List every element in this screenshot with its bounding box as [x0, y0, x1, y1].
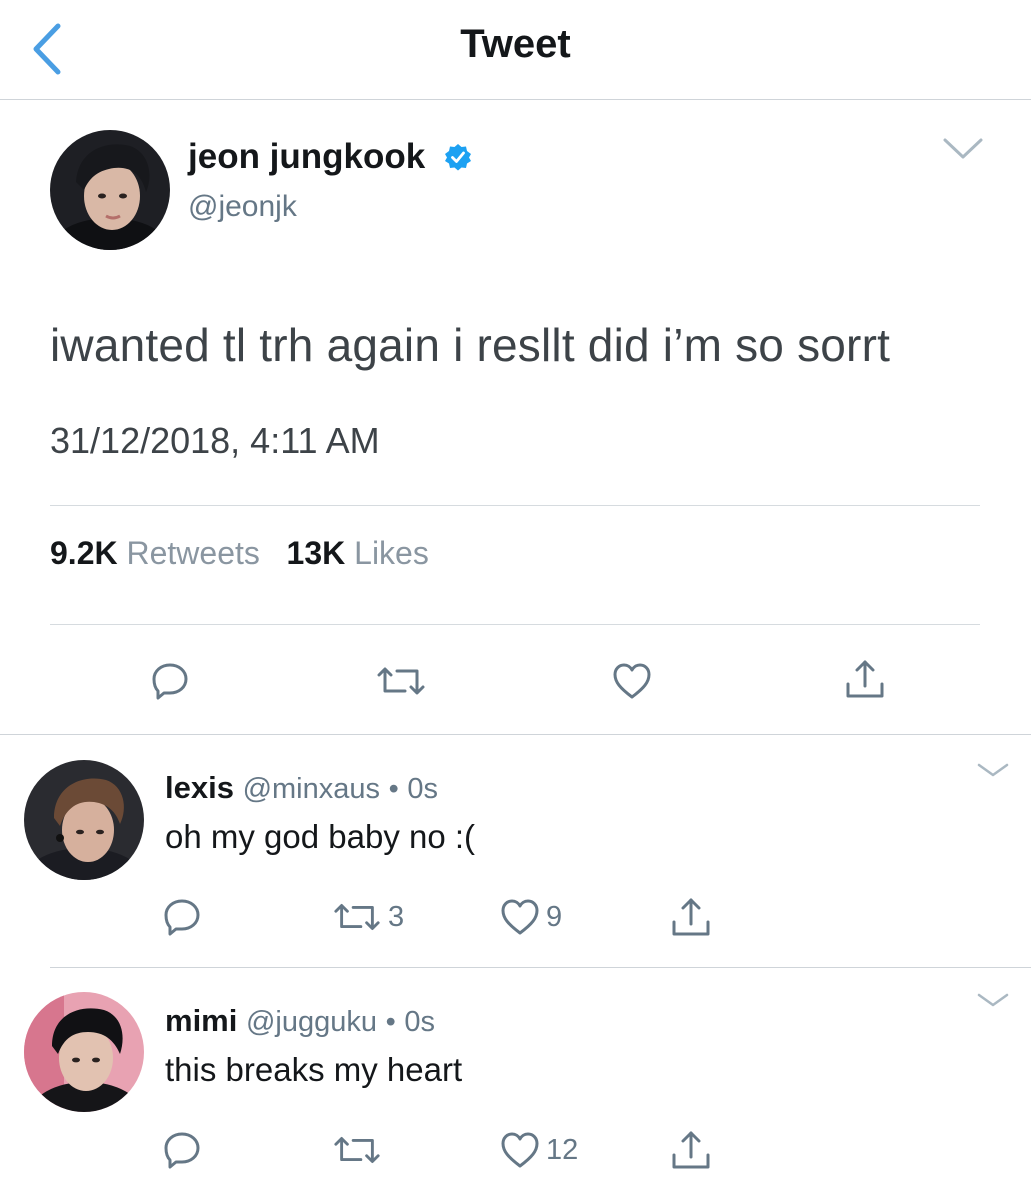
- reply-text: this breaks my heart: [165, 1051, 463, 1088]
- author-handle[interactable]: @jeonjk: [188, 190, 297, 224]
- reply-icon: [164, 899, 200, 936]
- share-button[interactable]: [670, 896, 712, 938]
- chevron-down-icon: [977, 763, 1009, 777]
- like-button[interactable]: 9: [500, 898, 562, 936]
- like-count: 12: [546, 1133, 579, 1166]
- reply-author-handle[interactable]: @minxaus: [243, 773, 380, 805]
- like-count: 9: [546, 900, 563, 933]
- like-button[interactable]: [612, 662, 652, 700]
- avatar-image: [50, 130, 170, 250]
- heart-icon: [501, 1132, 539, 1168]
- retweet-button[interactable]: 3: [332, 900, 404, 934]
- meta-separator: •: [385, 1006, 396, 1038]
- retweet-count: 3: [388, 900, 405, 933]
- share-icon: [672, 898, 710, 936]
- reply-button[interactable]: [162, 1130, 202, 1170]
- avatar-image: [24, 992, 144, 1112]
- chevron-down-icon: [943, 138, 983, 159]
- retweet-icon: [377, 667, 425, 695]
- likes-stat[interactable]: 13K Likes: [287, 535, 429, 571]
- page-title: Tweet: [460, 22, 571, 66]
- retweet-icon: [334, 1137, 380, 1163]
- reply-time: 0s: [404, 1006, 436, 1038]
- retweets-stat[interactable]: 9.2K Retweets: [50, 535, 260, 571]
- heart-icon: [613, 663, 651, 699]
- heart-icon: [501, 899, 539, 935]
- share-button[interactable]: [670, 1129, 712, 1171]
- reply-author-line: mimi @jugguku • 0s: [165, 1003, 435, 1039]
- tweet-stats: 9.2K Retweets 13K Likes: [50, 535, 429, 572]
- reply-author-line: lexis @minxaus • 0s: [165, 770, 438, 806]
- meta-separator: •: [388, 773, 399, 805]
- divider: [50, 624, 980, 625]
- avatar[interactable]: [50, 130, 170, 250]
- reply-author-name[interactable]: lexis: [165, 770, 234, 805]
- tweet-text: iwanted tl trh again i resllt did i’m so…: [50, 319, 891, 371]
- tweet-timestamp[interactable]: 31/12/2018, 4:11 AM: [50, 420, 380, 462]
- reply-author-name[interactable]: mimi: [165, 1003, 237, 1038]
- reply-button[interactable]: [162, 897, 202, 937]
- reply-time: 0s: [407, 773, 439, 805]
- avatar[interactable]: [24, 760, 144, 880]
- share-icon: [846, 660, 884, 698]
- reply-menu-button[interactable]: [976, 760, 1010, 780]
- likes-label: Likes: [354, 535, 429, 571]
- reply-button[interactable]: [150, 661, 190, 701]
- reply-menu-button[interactable]: [976, 990, 1010, 1010]
- retweet-button[interactable]: [375, 664, 427, 698]
- tweet-menu-button[interactable]: [942, 136, 984, 162]
- reply-icon: [164, 1132, 200, 1169]
- avatar[interactable]: [24, 992, 144, 1112]
- share-icon: [672, 1131, 710, 1169]
- reply-text: oh my god baby no :(: [165, 818, 476, 855]
- like-button[interactable]: 12: [500, 1131, 578, 1169]
- verified-badge-icon: [444, 143, 472, 171]
- chevron-down-icon: [977, 993, 1009, 1007]
- likes-count: 13K: [286, 535, 346, 571]
- author-name[interactable]: jeon jungkook: [188, 137, 425, 177]
- retweet-icon: [334, 904, 380, 930]
- divider: [50, 505, 980, 506]
- retweet-button[interactable]: [332, 1133, 382, 1167]
- avatar-image: [24, 760, 144, 880]
- retweets-count: 9.2K: [50, 535, 118, 571]
- retweets-label: Retweets: [126, 535, 260, 571]
- share-button[interactable]: [844, 658, 886, 700]
- reply-icon: [152, 663, 188, 700]
- reply-author-handle[interactable]: @jugguku: [246, 1006, 377, 1038]
